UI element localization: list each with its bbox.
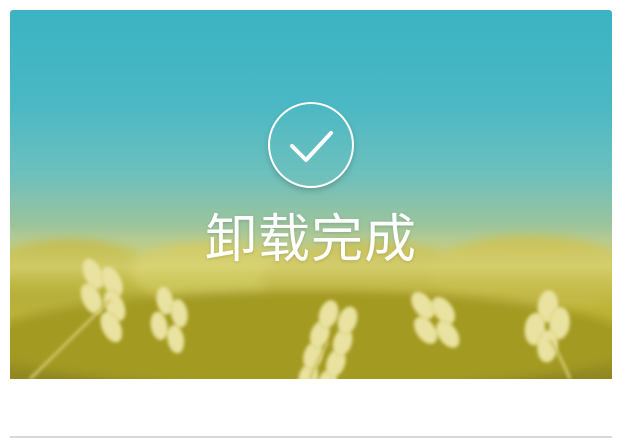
- checkmark-circle-icon: [268, 102, 354, 188]
- banner-image: 卸载完成: [10, 10, 612, 379]
- wheat-field-illustration: [10, 225, 612, 379]
- checkmark-icon: [290, 131, 333, 162]
- status-title: 卸载完成: [204, 210, 417, 270]
- uninstaller-window: 卸载完成: [0, 0, 622, 448]
- bottom-divider: [10, 436, 612, 438]
